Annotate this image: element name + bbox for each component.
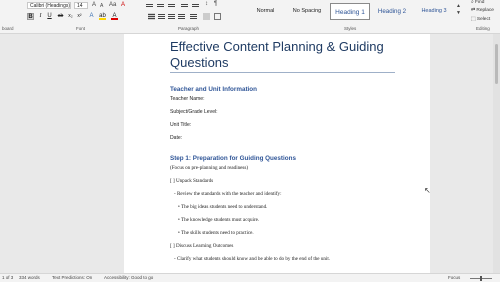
review-standards-text: - Review the standards with the teacher …	[174, 191, 282, 197]
date-line: Date:	[170, 135, 183, 141]
justify-button[interactable]	[178, 13, 185, 20]
unit-title-line: Unit Title:	[170, 122, 192, 128]
editing-group-label: Editing	[476, 26, 490, 31]
align-left-button[interactable]	[148, 13, 155, 20]
font-size-box[interactable]: 14	[74, 2, 88, 9]
shading-icon[interactable]	[203, 13, 210, 20]
select-button[interactable]: ⬚ Select	[471, 17, 490, 22]
font-name: Calibri (Headings)	[30, 3, 71, 9]
numbering-icon[interactable]	[157, 3, 164, 9]
bullet-skills: • The skills students need to practice.	[178, 230, 254, 236]
paragraph-group-label: Paragraph	[178, 26, 200, 31]
discuss-outcomes-item: [ ] Discuss Learning Outcomes	[170, 243, 234, 249]
text-predictions-status[interactable]: Text Predictions: On	[52, 275, 92, 280]
font-color-icon[interactable]: A	[111, 13, 118, 20]
sort-icon[interactable]: ↕	[205, 1, 208, 7]
bullet-big-ideas: • The big ideas students need to underst…	[178, 204, 268, 210]
accessibility-status[interactable]: Accessibility: Good to go	[104, 275, 153, 280]
increase-indent-icon[interactable]	[192, 3, 199, 9]
font-size: 14	[77, 3, 83, 9]
style-normal-label: Normal	[256, 8, 275, 14]
step1-focus-text: (Focus on pre-planning and readiness)	[170, 165, 249, 171]
replace-label: Replace	[476, 8, 494, 13]
unpack-standards-item: [ ] Unpack Standards	[170, 178, 214, 184]
document-title: Effective Content Planning & Guiding Que…	[170, 39, 384, 70]
page-count[interactable]: 1 of 3	[2, 275, 13, 280]
grow-font-icon[interactable]: A	[92, 2, 96, 8]
section-heading-teacher-info: Teacher and Unit Information	[170, 86, 257, 93]
underline-button[interactable]: U	[46, 13, 53, 20]
style-no-spacing[interactable]: No Spacing	[287, 3, 327, 20]
strikethrough-button[interactable]: ab	[57, 13, 64, 20]
ribbon: Calibri (Headings) 14 A A Aa A B I U ab …	[0, 0, 500, 34]
change-case-icon[interactable]: Aa	[109, 2, 116, 8]
subscript-button[interactable]: x₂	[67, 13, 74, 20]
styles-group-label: Styles	[344, 26, 357, 31]
document-page[interactable]: Effective Content Planning & Guiding Que…	[124, 34, 430, 273]
highlight-icon[interactable]: ab	[99, 13, 106, 20]
style-heading-3-label: Heading 3	[421, 8, 447, 14]
style-no-spacing-label: No Spacing	[292, 8, 322, 14]
style-heading-3[interactable]: Heading 3	[415, 3, 453, 20]
styles-scroll-down-icon[interactable]: ▼	[456, 10, 461, 16]
style-heading-2-label: Heading 2	[377, 8, 407, 15]
style-heading-1[interactable]: Heading 1	[330, 3, 370, 20]
subject-line: Subject/Grade Level:	[170, 109, 218, 115]
zoom-slider-thumb[interactable]	[480, 276, 482, 281]
align-right-button[interactable]	[168, 13, 175, 20]
title-underline	[170, 72, 395, 73]
bullet-knowledge: • The knowledge students must acquire.	[178, 217, 260, 223]
scrollbar-thumb[interactable]	[495, 44, 498, 84]
line-spacing-icon[interactable]	[190, 13, 197, 20]
mouse-pointer-icon: ↖	[424, 186, 431, 195]
text-effects-icon[interactable]: A	[88, 13, 95, 20]
shrink-font-icon[interactable]: A	[100, 3, 103, 9]
find-button[interactable]: ⌕ Find	[471, 0, 484, 5]
bullets-icon[interactable]	[146, 3, 153, 9]
multilevel-list-icon[interactable]	[168, 3, 175, 9]
font-group-label: Font	[76, 26, 86, 31]
ribbon-group-labels: board Font Paragraph Styles Editing	[0, 25, 500, 33]
align-center-button[interactable]	[158, 13, 165, 20]
italic-button[interactable]: I	[37, 13, 44, 20]
decrease-indent-icon[interactable]	[181, 3, 188, 9]
section-heading-step1: Step 1: Preparation for Guiding Question…	[170, 155, 296, 162]
borders-icon[interactable]	[214, 13, 221, 20]
show-marks-icon[interactable]: ¶	[214, 1, 217, 7]
superscript-button[interactable]: x²	[76, 13, 83, 20]
style-normal[interactable]: Normal	[248, 3, 283, 20]
teacher-name-line: Teacher Name:	[170, 96, 205, 102]
clear-formatting-icon[interactable]: A	[121, 2, 125, 8]
select-label: Select	[476, 17, 491, 22]
style-heading-1-label: Heading 1	[335, 9, 365, 16]
word-count[interactable]: 334 words	[19, 275, 40, 280]
clarify-outcomes-text: - Clarify what students should know and …	[174, 256, 331, 262]
clipboard-group-label: board	[2, 26, 14, 31]
find-label: Find	[475, 0, 485, 5]
replace-button[interactable]: ⇄ Replace	[471, 8, 494, 13]
styles-scroll-up-icon[interactable]: ▲	[456, 3, 461, 9]
font-name-box[interactable]: Calibri (Headings)	[27, 2, 71, 9]
focus-button[interactable]: Focus	[448, 275, 460, 280]
style-heading-2[interactable]: Heading 2	[373, 3, 411, 20]
bold-button[interactable]: B	[27, 13, 34, 20]
